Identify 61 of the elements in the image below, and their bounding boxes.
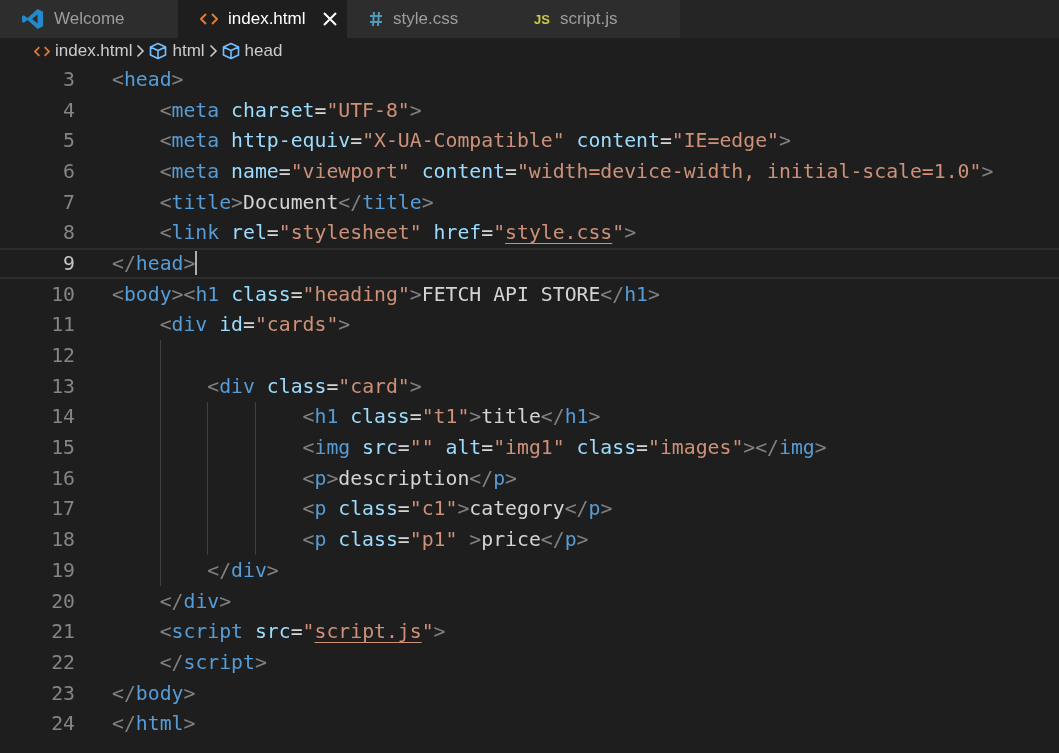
line-number: 10 bbox=[50, 282, 75, 306]
code-line: <title>Document</title> bbox=[158, 190, 434, 214]
line-number: 14 bbox=[50, 405, 75, 429]
cube-icon bbox=[221, 42, 240, 60]
code-line: <div class="card"> bbox=[206, 374, 422, 398]
js-label: JS bbox=[534, 11, 550, 27]
editor-tab[interactable]: Welcome bbox=[0, 0, 178, 38]
editor-tab[interactable]: index.html bbox=[178, 0, 347, 38]
breadcrumb-item[interactable]: index.html bbox=[55, 41, 133, 61]
code-line: <p>description</p> bbox=[301, 466, 517, 490]
code-brackets-icon bbox=[200, 12, 218, 26]
code-line: <p class="c1">category</p> bbox=[301, 497, 613, 521]
code-brackets-icon bbox=[34, 44, 50, 58]
code-line: <meta name="viewport" content="width=device-width, initial-scale=1.0"> bbox=[158, 159, 994, 183]
cube-icon bbox=[149, 42, 168, 60]
line-number: 13 bbox=[50, 374, 75, 398]
line-number: 15 bbox=[50, 436, 75, 460]
code-line: </html> bbox=[112, 712, 196, 736]
code-line: <p class="p1" >price</p> bbox=[301, 528, 589, 552]
line-number: 21 bbox=[50, 620, 75, 644]
breadcrumb-item[interactable]: head bbox=[244, 41, 283, 61]
line-number: 17 bbox=[50, 497, 75, 521]
code-line: <script src="script.js"> bbox=[158, 620, 446, 644]
chevron-right-icon bbox=[208, 44, 218, 58]
editor-tab[interactable]: style.css bbox=[347, 0, 512, 38]
code-line: </div> bbox=[158, 589, 232, 613]
line-number: 9 bbox=[62, 251, 75, 275]
line-number: 20 bbox=[50, 589, 75, 613]
code-line: <body><h1 class="heading">FETCH API STORE</h1> bbox=[112, 282, 660, 306]
code-line: <link rel="stylesheet" href="style.css"> bbox=[158, 221, 637, 245]
line-number: 11 bbox=[50, 313, 75, 337]
code-line: </div> bbox=[206, 558, 279, 582]
code-line: </head> bbox=[112, 251, 196, 275]
chevron-right-icon bbox=[136, 44, 146, 58]
code-line: </script> bbox=[158, 650, 267, 674]
code-line: <meta charset="UTF-8"> bbox=[158, 98, 422, 122]
code-line: <meta http-equiv="X-UA-Compatible" content="IE=edge"> bbox=[158, 129, 791, 153]
line-number: 12 bbox=[50, 344, 75, 368]
line-number: 6 bbox=[62, 159, 75, 183]
breadcrumb-item[interactable]: html bbox=[172, 41, 205, 61]
line-number: 19 bbox=[50, 558, 75, 582]
line-number: 24 bbox=[50, 712, 75, 736]
code-line: <head> bbox=[112, 67, 184, 91]
line-number: 8 bbox=[62, 221, 75, 245]
line-number: 18 bbox=[50, 528, 75, 552]
editor-tab[interactable]: JS script.js bbox=[512, 0, 680, 38]
line-number: 16 bbox=[50, 466, 75, 490]
code-editor-logo-icon bbox=[22, 8, 44, 30]
line-number: 5 bbox=[62, 129, 75, 153]
code-line: <h1 class="t1">title</h1> bbox=[301, 405, 601, 429]
line-number: 4 bbox=[62, 98, 75, 122]
text-cursor bbox=[195, 251, 198, 276]
line-number: 3 bbox=[62, 67, 75, 91]
line-number: 7 bbox=[62, 190, 75, 214]
code-line: <div id="cards"> bbox=[158, 313, 351, 337]
code-line: <img src="" alt="img1" class="images"></img> bbox=[301, 436, 827, 460]
code-line: </body> bbox=[112, 681, 196, 705]
hash-icon bbox=[369, 11, 383, 27]
line-number: 22 bbox=[50, 650, 75, 674]
close-icon[interactable] bbox=[323, 12, 338, 26]
line-number: 23 bbox=[50, 681, 75, 705]
